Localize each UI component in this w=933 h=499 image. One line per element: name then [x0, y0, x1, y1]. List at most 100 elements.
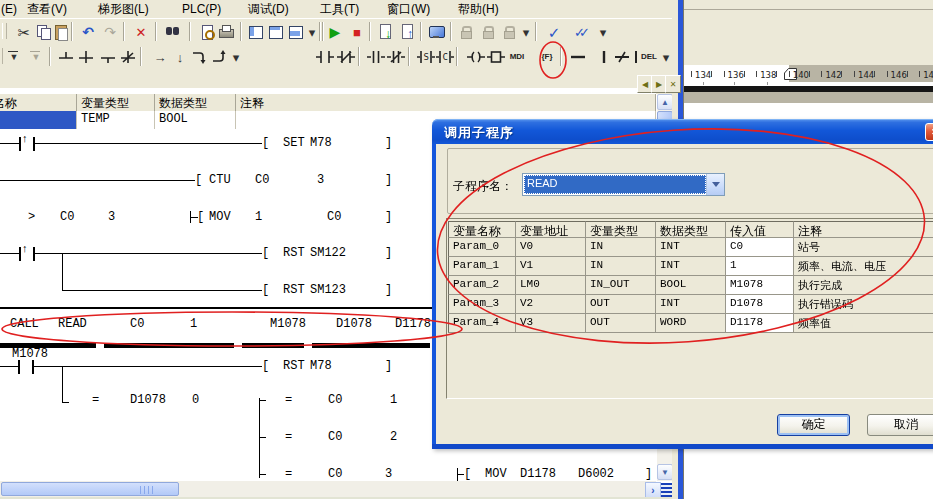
var-table-cell-2[interactable]: BOOL — [155, 111, 236, 130]
dropdown-arrow-icon[interactable]: ▾ — [520, 22, 532, 42]
dropdown-arrow-icon[interactable]: ▾ — [660, 47, 672, 67]
horizontal-line-icon[interactable] — [568, 47, 588, 67]
param-cell-r1c2: IN — [586, 257, 656, 276]
param-cell-r1c4[interactable]: 1 — [726, 257, 794, 276]
view-layout-3-icon[interactable] — [286, 22, 306, 42]
menu-item-1[interactable]: 查看(V) — [27, 3, 67, 16]
run-icon[interactable]: ▶ — [325, 22, 345, 42]
param-cell-r4c4[interactable]: D1178 — [726, 314, 794, 333]
f-box-icon[interactable]: {F} — [538, 47, 556, 67]
param-cell-r1c1: V1 — [516, 257, 586, 276]
view-layout-1-icon[interactable] — [246, 22, 266, 42]
menu-item-0[interactable]: (E) — [1, 3, 17, 16]
view-layout-2-icon[interactable] — [266, 22, 286, 42]
contact-set-icon[interactable]: S — [416, 47, 436, 67]
menu-item-5[interactable]: 工具(T) — [320, 3, 359, 16]
paste-icon[interactable] — [51, 22, 71, 42]
horizontal-scrollbar[interactable] — [0, 481, 656, 497]
junction-down-icon[interactable] — [98, 47, 118, 67]
cut-icon[interactable]: ✂ — [14, 22, 34, 42]
stop-icon[interactable]: ■ — [347, 22, 367, 42]
ruler-tick — [691, 71, 692, 77]
vertical-line-icon[interactable] — [594, 47, 614, 67]
insert-row-icon[interactable] — [4, 47, 24, 67]
lock-icon[interactable] — [456, 22, 476, 42]
arrow-bend-down-icon[interactable] — [190, 47, 210, 67]
menu-item-4[interactable]: 调试(D) — [248, 3, 289, 16]
menu-item-2[interactable]: 梯形图(L) — [98, 3, 149, 16]
delete-line-icon[interactable]: DEL — [632, 47, 658, 67]
box-instruction-icon[interactable] — [486, 47, 506, 67]
param-cell-r0c0: Param_0 — [448, 238, 516, 257]
ruler-tick — [874, 71, 875, 77]
cancel-button[interactable]: 取消 — [867, 414, 933, 436]
redo-icon[interactable]: ↷ — [100, 22, 120, 42]
mdi-label[interactable]: MDI — [506, 47, 528, 67]
ruler-tick — [854, 71, 855, 77]
contact-no-immediate-icon[interactable] — [366, 47, 386, 67]
scroll-down-button[interactable]: ▼ — [657, 464, 673, 480]
scroll-up-button[interactable]: ▲ — [657, 94, 673, 110]
param-cell-r0c4[interactable]: C0 — [726, 238, 794, 257]
insert-row-alt-icon[interactable] — [26, 47, 46, 67]
ladder-text-cmp_mov-4: MOV — [209, 211, 231, 223]
print-preview-icon[interactable] — [197, 22, 217, 42]
nav-close-button[interactable]: ✕ — [665, 75, 681, 93]
compile-icon[interactable]: ✓ — [544, 22, 564, 42]
undo-icon[interactable]: ↶ — [78, 22, 98, 42]
copy-icon[interactable] — [33, 22, 53, 42]
menu-item-7[interactable]: 帮助(H) — [458, 3, 499, 16]
delete-icon[interactable]: ✕ — [131, 22, 151, 42]
param-cell-r3c4[interactable]: D1078 — [726, 295, 794, 314]
param-cell-r2c4[interactable]: M1078 — [726, 276, 794, 295]
upload-icon[interactable] — [398, 22, 418, 42]
ladder-text-cmp1-5: 1 — [390, 394, 397, 406]
arrow-right-icon[interactable]: → — [150, 47, 170, 67]
menu-item-6[interactable]: 窗口(W) — [387, 3, 430, 16]
coil-icon[interactable] — [466, 47, 486, 67]
ruler-label-2: 138 — [760, 70, 776, 80]
dropdown-arrow-icon[interactable]: ▾ — [597, 22, 609, 42]
ladder-wire-v — [33, 247, 35, 261]
toolbar-grip[interactable] — [2, 23, 7, 39]
contact-nc-icon[interactable] — [336, 47, 356, 67]
print-icon[interactable] — [216, 22, 236, 42]
arrow-down-icon[interactable]: ↓ — [170, 47, 190, 67]
contact-nc-immediate-icon[interactable] — [386, 47, 406, 67]
dialog-close-button[interactable]: ✕ — [925, 123, 933, 141]
not-line-icon[interactable] — [612, 47, 632, 67]
dropdown-arrow-icon[interactable]: ▾ — [230, 47, 242, 67]
junction-up-icon[interactable] — [56, 47, 76, 67]
var-table-cell-1[interactable]: TEMP — [77, 111, 155, 130]
find-icon[interactable] — [163, 22, 183, 42]
toolbar-grip[interactable] — [0, 48, 3, 64]
var-table-cell-0[interactable] — [0, 111, 77, 130]
ok-button[interactable]: 确定 — [777, 414, 850, 436]
compile-all-icon[interactable]: ✓✓ — [569, 22, 589, 42]
dialog-title-bar[interactable]: 调用子程序 — [432, 119, 933, 144]
subroutine-name-combobox[interactable]: READ — [522, 173, 725, 196]
ladder-text-rst1-1: RST — [283, 247, 305, 259]
param-cell-r4c2: OUT — [586, 314, 656, 333]
ruler-tick — [776, 71, 777, 77]
contact-clear-icon[interactable]: C — [435, 47, 455, 67]
contact-no-icon[interactable] — [315, 47, 335, 67]
horizontal-scroll-thumb[interactable] — [1, 482, 179, 496]
lock-partial-icon[interactable] — [478, 22, 498, 42]
download-icon[interactable] — [376, 22, 396, 42]
lock-all-icon[interactable] — [499, 22, 519, 42]
dropdown-arrow-icon[interactable]: ▾ — [306, 22, 318, 42]
ladder-text-rst3-0: [ — [262, 360, 269, 372]
ladder-text-m_label-0: M1078 — [12, 348, 48, 360]
param-cell-r0c2: IN — [586, 238, 656, 257]
monitor-icon[interactable] — [427, 22, 447, 42]
combobox-dropdown-button[interactable] — [706, 174, 724, 195]
param-cell-r2c1: LM0 — [516, 276, 586, 295]
menu-item-3[interactable]: PLC(P) — [182, 3, 221, 16]
ladder-text-cmp_mov-6: C0 — [327, 211, 341, 223]
ruler-label-5: 144 — [858, 70, 874, 80]
param-cell-r3c0: Param_3 — [448, 295, 516, 314]
junction-delete-icon[interactable] — [118, 47, 138, 67]
arrow-bend-up-icon[interactable] — [210, 47, 230, 67]
junction-updown-icon[interactable] — [76, 47, 96, 67]
